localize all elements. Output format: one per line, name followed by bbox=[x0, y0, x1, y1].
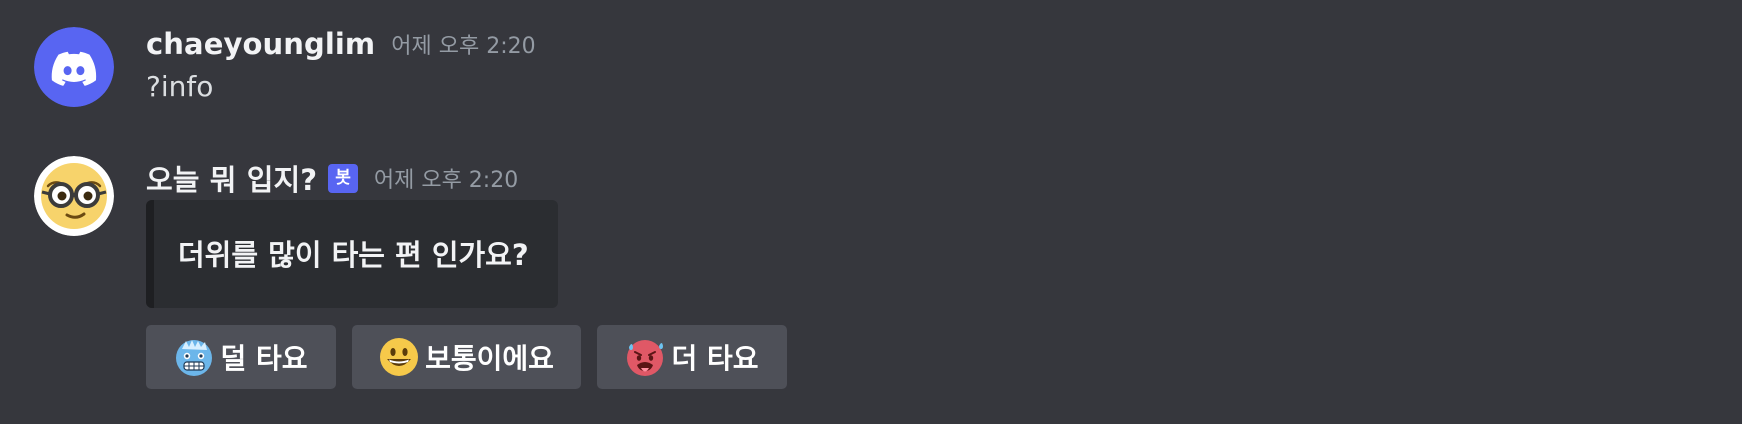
grinning-face-icon bbox=[379, 337, 419, 377]
avatar[interactable] bbox=[34, 27, 114, 107]
username[interactable]: chaeyounglim bbox=[146, 27, 375, 61]
timestamp[interactable]: 어제 오후 2:20 bbox=[391, 28, 535, 60]
message-content: ?info bbox=[146, 70, 214, 103]
more-hot-button[interactable]: 더 타요 bbox=[597, 325, 787, 389]
normal-button[interactable]: 보통이에요 bbox=[352, 325, 581, 389]
avatar[interactable] bbox=[34, 156, 114, 236]
button-label: 더 타요 bbox=[671, 342, 759, 375]
cold-face-icon bbox=[174, 337, 214, 377]
nerd-face-icon bbox=[34, 156, 114, 236]
less-hot-button[interactable]: 덜 타요 bbox=[146, 325, 336, 389]
username[interactable]: 오늘 뭐 입지? bbox=[146, 157, 317, 199]
button-label: 덜 타요 bbox=[220, 342, 308, 375]
bot-badge: 봇 bbox=[328, 163, 358, 193]
message-header: chaeyounglim 어제 오후 2:20 bbox=[146, 27, 536, 61]
button-row: 덜 타요 보통이에요 더 타요 bbox=[146, 325, 787, 389]
embed-title: 더위를 많이 타는 편 인가요? bbox=[178, 238, 529, 272]
button-label: 보통이에요 bbox=[425, 342, 554, 375]
embed-accent-bar bbox=[146, 200, 154, 308]
timestamp[interactable]: 어제 오후 2:20 bbox=[374, 162, 518, 194]
embed: 더위를 많이 타는 편 인가요? bbox=[146, 200, 558, 308]
discord-logo-icon bbox=[34, 27, 114, 107]
message-header: 오늘 뭐 입지? 봇 어제 오후 2:20 bbox=[146, 157, 518, 199]
hot-face-icon bbox=[625, 337, 665, 377]
